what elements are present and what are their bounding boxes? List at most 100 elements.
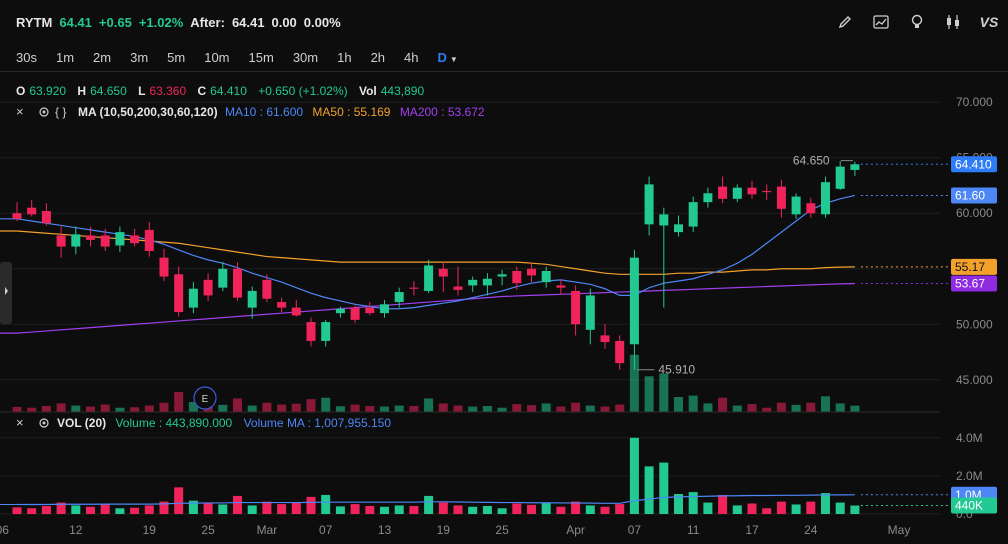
volume-bar	[71, 505, 81, 514]
timeframe-2m[interactable]: 2m	[85, 50, 119, 65]
volume-bar	[747, 503, 757, 514]
volume-overlay-bar	[335, 406, 345, 412]
earnings-marker[interactable]: E	[193, 386, 217, 410]
vol-close-icon[interactable]: ×	[16, 415, 24, 430]
timeframe-30m[interactable]: 30m	[285, 50, 326, 65]
candle-body	[497, 274, 507, 277]
volume-bar	[438, 502, 448, 514]
volume-overlay-bar	[174, 392, 184, 412]
eye-icon[interactable]	[39, 107, 49, 117]
volume-bar	[130, 507, 140, 514]
volume-legend: × VOL (20) Volume : 443,890.000 Volume M…	[0, 411, 940, 430]
time-axis: 06 12 19 25 Mar 07 13 19 25 Apr 07 11 17 24 May	[0, 523, 910, 537]
ma200-price-tag: 53.67	[955, 277, 985, 291]
volume-overlay-bar	[130, 407, 140, 412]
candle-body	[644, 184, 654, 225]
last-price: 64.41	[59, 14, 92, 30]
volume-bar	[512, 503, 522, 514]
chart-area[interactable]: 70.00065.00060.00055.00050.00045.0004.0M…	[0, 72, 1008, 544]
ohlc-high: 64.650	[90, 84, 127, 98]
chart-trend-icon[interactable]	[870, 11, 892, 33]
volume-overlay-bar	[776, 402, 786, 412]
volume-bar	[306, 496, 316, 514]
timeframe-2h[interactable]: 2h	[363, 50, 393, 65]
candle-body	[482, 278, 492, 286]
volume-bar	[424, 495, 434, 514]
price-axis-tick: 45.000	[956, 373, 993, 387]
candles-icon[interactable]	[942, 11, 964, 33]
candle-body	[350, 307, 360, 320]
timeframe-15m[interactable]: 15m	[241, 50, 282, 65]
volume-bars	[12, 354, 860, 514]
side-panel-toggle[interactable]	[0, 262, 12, 324]
candle-body	[791, 196, 801, 215]
candle-body	[424, 265, 434, 291]
volume-overlay-bar	[644, 376, 654, 412]
ma50-price-tag: 55.17	[955, 260, 985, 274]
pencil-icon[interactable]	[834, 11, 856, 33]
lightbulb-icon[interactable]	[906, 11, 928, 33]
volume-bar	[365, 506, 375, 514]
timeframe-5m[interactable]: 5m	[159, 50, 193, 65]
volume-overlay-bar	[688, 395, 698, 412]
volume-overlay-bar	[512, 404, 522, 412]
candle-body	[732, 187, 742, 199]
candle-body	[27, 207, 37, 215]
candle-body	[233, 268, 242, 298]
ma-legend-title: MA (10,50,200,30,60,120)	[78, 105, 218, 119]
candle-body	[585, 295, 595, 330]
volume-overlay-bar	[835, 403, 845, 412]
timeframe-1h[interactable]: 1h	[329, 50, 359, 65]
volume-overlay-bar	[262, 402, 272, 412]
volume-overlay-bar	[277, 404, 287, 412]
volume-overlay-bar	[291, 403, 301, 412]
svg-text:MA (10,50,200,30,60,120): MA (10,50,200,30,60,120) MA10 : 61.600 M…	[78, 105, 485, 119]
close-icon[interactable]: ×	[16, 104, 24, 119]
timeframe-bar: 30s 1m 2m 3m 5m 10m 15m 30m 1h 2h 4h D ▼	[0, 44, 1008, 72]
chevron-down-icon: ▼	[449, 55, 458, 64]
vol-eye-icon[interactable]	[39, 418, 49, 428]
after-hours-label: After:	[190, 14, 225, 30]
candle-body	[718, 186, 728, 199]
volume-overlay-bar	[144, 405, 154, 412]
candle-body	[71, 234, 81, 247]
candle-body	[629, 257, 639, 345]
volume-overlay-bar	[86, 406, 95, 412]
time-axis-tick: 06	[0, 523, 9, 537]
volume-bar	[380, 506, 389, 514]
volume-overlay-bar	[365, 406, 375, 412]
timeframe-3m[interactable]: 3m	[122, 50, 156, 65]
volume-bar	[527, 504, 536, 514]
volume-bar	[556, 506, 566, 514]
timeframe-d[interactable]: D ▼	[430, 50, 466, 65]
high-annotation: 64.650	[793, 154, 830, 168]
volume-bar	[453, 505, 463, 514]
volume-bar	[115, 508, 125, 514]
candle-body	[262, 279, 272, 299]
volume-overlay-bar	[27, 407, 37, 412]
symbol-ticker[interactable]: RYTM	[16, 15, 52, 30]
candle-body	[747, 187, 757, 195]
volume-bar	[86, 506, 95, 514]
after-hours-change: 0.00	[271, 14, 297, 30]
timeframe-4h[interactable]: 4h	[396, 50, 426, 65]
volume-bar	[394, 505, 404, 514]
settings-braces-icon[interactable]: { }	[55, 105, 66, 119]
candle-body	[174, 274, 184, 313]
candle-body	[703, 193, 713, 203]
volume-bar	[776, 501, 786, 514]
vs-icon[interactable]: VS	[978, 11, 1000, 33]
timeframe-d-label: D	[437, 50, 447, 65]
candle-body	[600, 335, 610, 343]
volume-bar	[821, 493, 830, 514]
volume-overlay-bar	[762, 407, 772, 412]
price-chart[interactable]: 70.00065.00060.00055.00050.00045.0004.0M…	[0, 72, 1008, 544]
timeframe-30s[interactable]: 30s	[8, 50, 45, 65]
volume-bar	[350, 504, 360, 514]
timeframe-10m[interactable]: 10m	[196, 50, 237, 65]
candle-body	[806, 203, 816, 214]
timeframe-1m[interactable]: 1m	[48, 50, 82, 65]
volume-bar	[762, 508, 772, 514]
ohlc-o-label: O	[16, 84, 25, 98]
ma200-value: MA200 : 53.672	[400, 105, 485, 119]
